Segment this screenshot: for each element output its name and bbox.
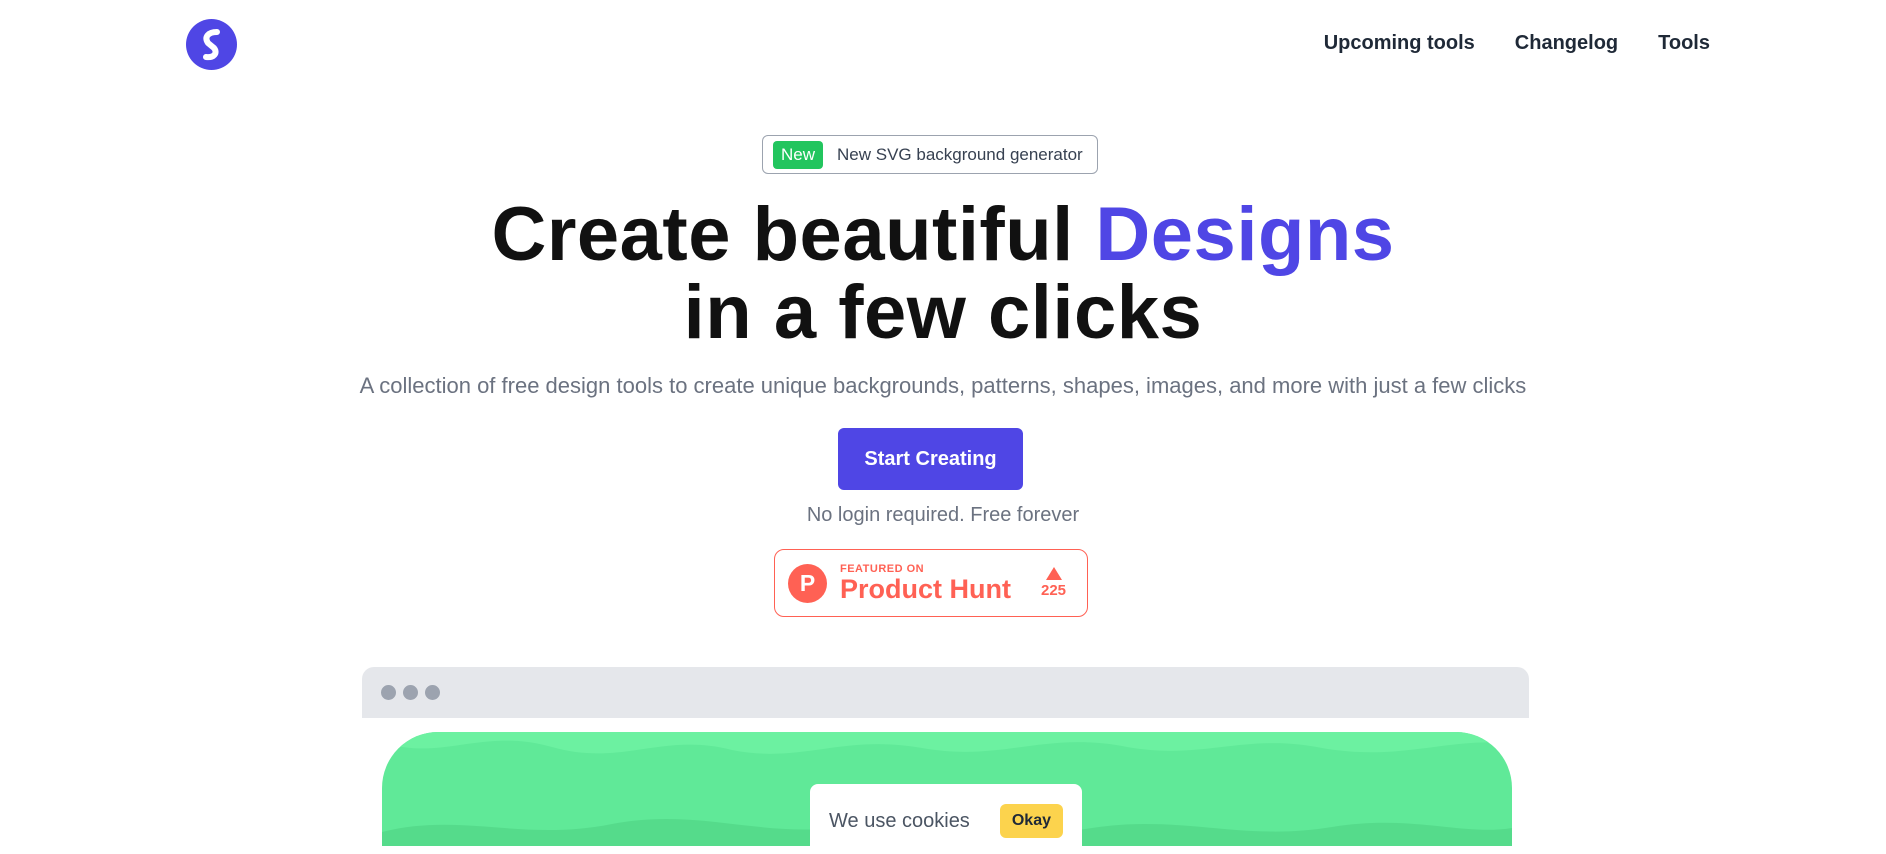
hero-title: Create beautiful Designs in a few clicks [0, 196, 1886, 352]
new-tag: New [773, 140, 824, 169]
window-dot-icon [425, 685, 440, 700]
window-dot-icon [381, 685, 396, 700]
nav-changelog[interactable]: Changelog [1515, 32, 1618, 55]
logo[interactable] [186, 19, 237, 70]
top-nav: Upcoming tools Changelog Tools [1324, 32, 1710, 55]
hero-title-accent: Designs [1095, 192, 1395, 277]
logo-icon [203, 29, 220, 61]
nav-upcoming-tools[interactable]: Upcoming tools [1324, 32, 1475, 55]
product-hunt-badge[interactable]: P FEATURED ON Product Hunt 225 [774, 549, 1088, 617]
vote-count: 225 [1040, 582, 1067, 599]
start-creating-button[interactable]: Start Creating [838, 428, 1023, 490]
product-hunt-votes: 225 [1041, 567, 1066, 599]
announcement-text: New SVG background generator [837, 144, 1083, 164]
cookie-text: We use cookies [829, 810, 970, 832]
hero-title-prefix: Create beautiful [491, 192, 1096, 277]
product-hunt-text: FEATURED ON Product Hunt [840, 563, 1011, 603]
cookie-banner: We use cookies Okay [810, 784, 1082, 854]
upvote-triangle-icon [1045, 567, 1062, 580]
hero-title-line2: in a few clicks [683, 270, 1203, 355]
announcement-badge[interactable]: New New SVG background generator [762, 135, 1098, 174]
window-dot-icon [403, 685, 418, 700]
no-login-note: No login required. Free forever [806, 504, 1080, 526]
product-hunt-logo-icon: P [788, 563, 827, 603]
product-hunt-name: Product Hunt [840, 574, 1011, 604]
hero-subtitle: A collection of free design tools to cre… [359, 373, 1527, 398]
cookie-okay-button[interactable]: Okay [999, 804, 1063, 838]
nav-tools[interactable]: Tools [1658, 32, 1710, 55]
browser-window-bar [362, 667, 1529, 718]
